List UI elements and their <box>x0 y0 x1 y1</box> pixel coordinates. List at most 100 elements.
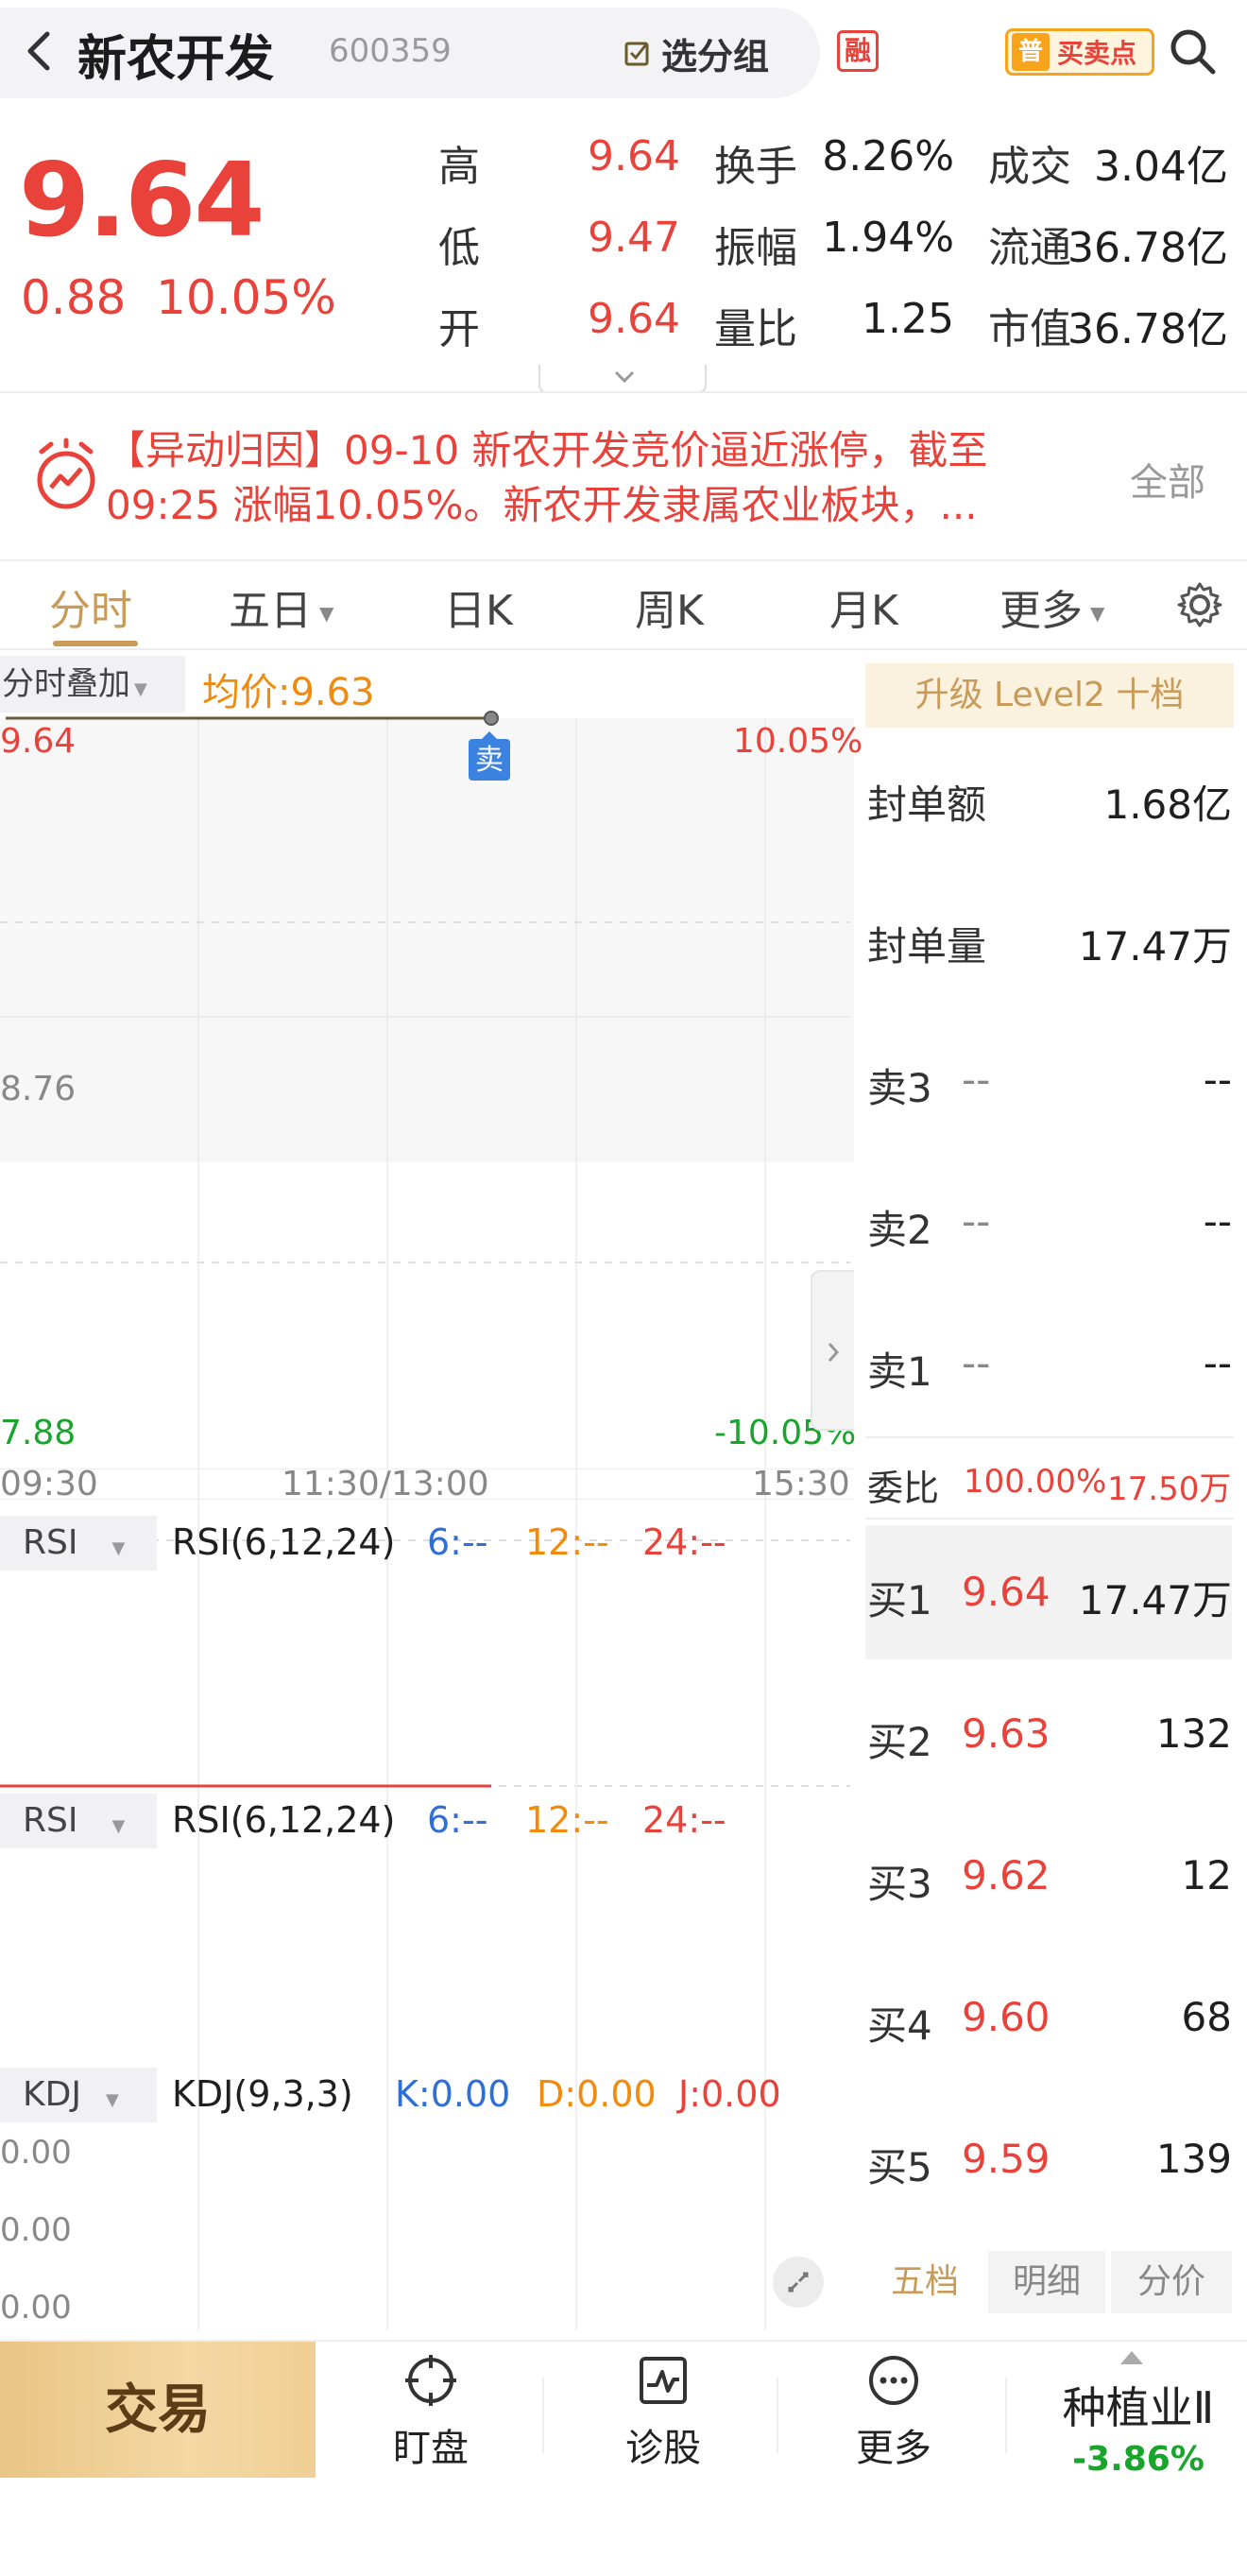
divider <box>777 2378 778 2453</box>
divider <box>542 2378 544 2453</box>
kdj-d: D:0.00 <box>537 2073 657 2115</box>
nav-watch[interactable]: 盯盘 <box>355 2353 506 2472</box>
alarm-trend-icon <box>37 438 95 509</box>
fullscreen-button[interactable] <box>773 2257 824 2308</box>
buy1-volume: 17.47万 <box>1078 1577 1232 1623</box>
sell3-price: -- <box>962 1056 991 1103</box>
average-price-label: 均价:9.63 <box>202 671 375 714</box>
buy-sell-point-button[interactable]: 普 买卖点 <box>1005 28 1154 76</box>
x-axis-start: 09:30 <box>0 1465 98 1503</box>
tab-monthly-k[interactable]: 月K <box>829 576 898 637</box>
buy5-volume: 139 <box>1155 2136 1232 2182</box>
stock-code: 600359 <box>329 32 452 70</box>
kdj-axis-top: 0.00 <box>0 2134 72 2172</box>
divider <box>0 391 1247 393</box>
nav-more[interactable]: 更多 <box>818 2353 969 2472</box>
x-axis-mid: 11:30/13:00 <box>282 1465 489 1503</box>
stat-low-label: 低 <box>438 224 480 272</box>
stat-volume-ratio-value: 1.25 <box>862 295 954 343</box>
buy5-label: 买5 <box>867 2144 932 2190</box>
overlay-label: 分时叠加 <box>2 665 130 703</box>
pulse-chart-icon <box>640 2357 687 2404</box>
price-plot-background <box>0 718 854 1162</box>
tab-more[interactable]: 更多 ▼ <box>999 576 1104 637</box>
select-group-button[interactable]: 选分组 <box>624 26 769 79</box>
seal-amount-value: 1.68亿 <box>1103 781 1232 828</box>
buy4-label: 买4 <box>867 2002 932 2049</box>
caret-down-icon: ▼ <box>105 2090 119 2110</box>
expand-icon <box>788 2272 809 2293</box>
rsi-1-v1: 6:-- <box>427 1521 488 1563</box>
chart-side-expand-handle[interactable] <box>811 1270 854 1431</box>
tab-daily-k[interactable]: 日K <box>444 576 513 637</box>
divider <box>0 559 1247 561</box>
nav-diagnose[interactable]: 诊股 <box>588 2353 739 2472</box>
rsi-2-v1: 6:-- <box>427 1799 488 1841</box>
back-arrow-icon[interactable] <box>19 26 60 76</box>
chevron-down-icon <box>614 370 635 384</box>
indicator-selector-kdj[interactable]: KDJ ▼ <box>0 2068 157 2122</box>
stat-amount-value: 3.04亿 <box>1094 143 1228 191</box>
seal-amount-label: 封单额 <box>867 781 987 828</box>
sell2-label: 卖2 <box>867 1207 932 1253</box>
tab-weekly-k[interactable]: 周K <box>635 576 704 637</box>
indicator-selector-rsi-2[interactable]: RSI ▼ <box>0 1794 157 1848</box>
y-axis-top: 9.64 <box>0 722 77 761</box>
tab-active-indicator <box>53 641 138 646</box>
tab-intraday[interactable]: 分时 <box>49 576 132 637</box>
expand-quote-toggle[interactable] <box>538 365 707 393</box>
trade-button-label: 交易 <box>105 2379 211 2441</box>
sell2-volume: -- <box>1203 1198 1232 1245</box>
news-attribution-text[interactable]: 【异动归因】09-10 新农开发竞价逼近涨停，截至 09:25 涨幅10.05%… <box>106 423 1107 533</box>
stat-high-label: 高 <box>438 143 480 191</box>
buy4-price: 9.60 <box>962 1994 1051 2040</box>
caret-down-icon: ▼ <box>319 602 334 625</box>
y-axis-bottom: 7.88 <box>0 1414 77 1452</box>
current-price: 9.64 <box>19 142 265 260</box>
nav-more-label: 更多 <box>856 2427 931 2470</box>
indicator-selector-label: RSI <box>23 1523 78 1562</box>
price-change-pct: 10.05% <box>156 270 336 325</box>
gear-icon[interactable] <box>1175 580 1224 629</box>
stat-market-cap-label: 市值 <box>988 305 1071 353</box>
tab-more-label: 更多 <box>999 587 1083 635</box>
stat-float-cap-value: 36.78亿 <box>1068 224 1228 272</box>
tab-details[interactable]: 明细 <box>988 2251 1105 2313</box>
sector-name[interactable]: 种植业Ⅱ <box>1047 2374 1230 2436</box>
caret-down-icon: ▼ <box>1090 602 1105 625</box>
select-group-label: 选分组 <box>661 35 770 77</box>
buy2-price: 9.63 <box>962 1710 1051 1757</box>
tab-five-day[interactable]: 五日 ▼ <box>229 576 333 637</box>
more-dots-icon <box>869 2356 918 2405</box>
search-icon[interactable] <box>1166 25 1219 77</box>
news-all-link[interactable]: 全部 <box>1130 452 1205 507</box>
sell1-price: -- <box>962 1340 991 1386</box>
tab-price-distribution[interactable]: 分价 <box>1111 2251 1232 2313</box>
stat-volume-ratio-label: 量比 <box>714 305 797 353</box>
rsi-2-v2: 12:-- <box>525 1799 609 1841</box>
tab-five-day-label: 五日 <box>229 587 312 635</box>
price-change-value: 0.88 <box>21 270 127 325</box>
stat-float-cap-label: 流通 <box>988 224 1071 272</box>
sell-marker-label: 卖 <box>475 744 504 777</box>
buy2-label: 买2 <box>867 1719 932 1765</box>
divider <box>1005 2378 1007 2453</box>
intraday-overlay-button[interactable]: 分时叠加 ▼ <box>0 656 185 713</box>
caret-up-icon <box>1120 2351 1143 2364</box>
price-latest-point <box>484 711 499 726</box>
stat-open-value: 9.64 <box>588 295 680 343</box>
buy3-price: 9.62 <box>962 1852 1051 1898</box>
tab-five-levels[interactable]: 五档 <box>865 2251 984 2313</box>
buy1-label: 买1 <box>867 1577 932 1623</box>
buy2-volume: 132 <box>1155 1710 1232 1757</box>
indicator-selector-rsi-1[interactable]: RSI ▼ <box>0 1516 157 1571</box>
stat-open-label: 开 <box>438 305 480 353</box>
y-axis-mid: 8.76 <box>0 1070 77 1108</box>
crosshair-icon <box>405 2355 456 2406</box>
price-change: 0.88 10.05% <box>21 270 336 325</box>
seal-volume-label: 封单量 <box>867 923 987 970</box>
caret-down-icon: ▼ <box>111 1538 126 1558</box>
upgrade-level2-button[interactable]: 升级 Level2 十档 <box>865 663 1234 728</box>
buy-sell-prefix: 普 <box>1012 33 1050 71</box>
stat-turnover-label: 换手 <box>714 143 797 191</box>
